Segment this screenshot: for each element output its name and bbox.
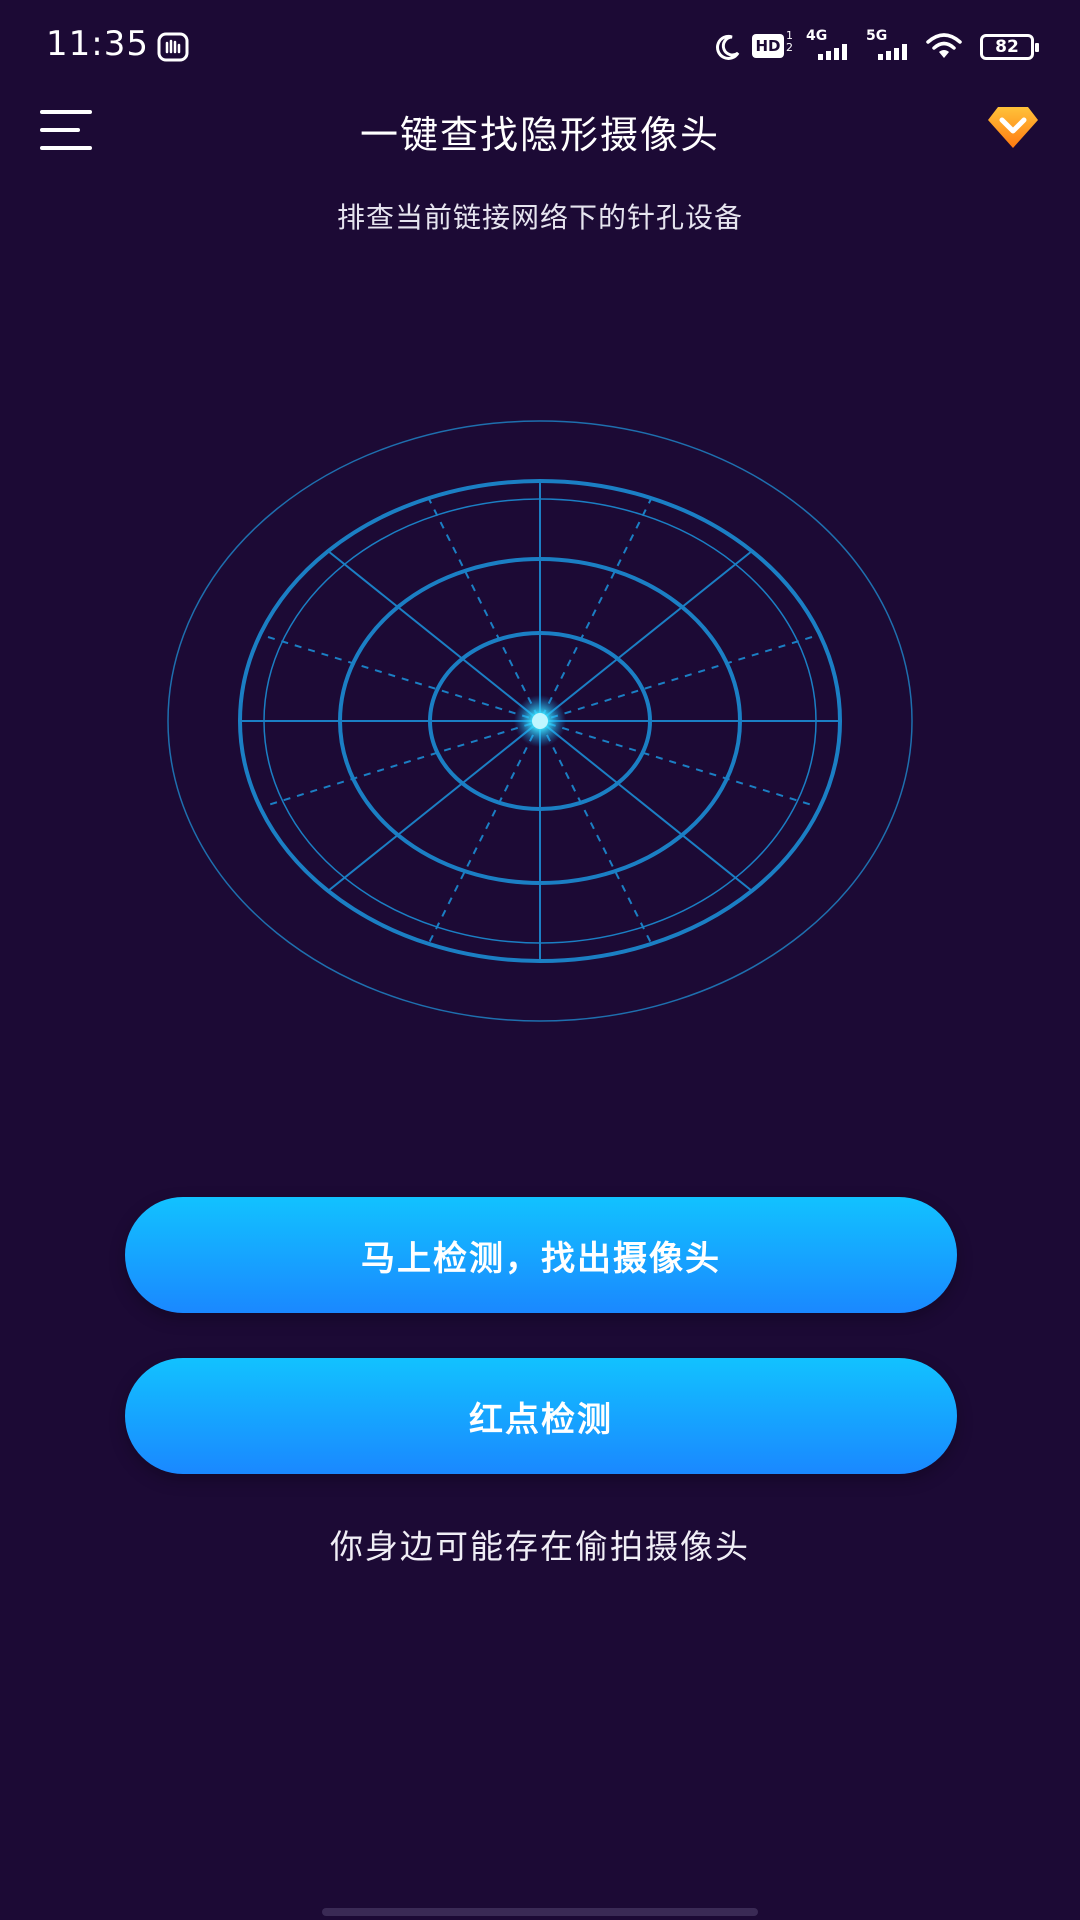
status-time: 11:35 xyxy=(46,24,149,64)
page-title: 一键查找隐形摄像头 xyxy=(359,113,720,157)
vip-diamond-icon xyxy=(988,107,1038,148)
app-notification-icon xyxy=(157,32,189,62)
wifi-icon xyxy=(926,33,962,58)
status-bar: 11:35 HD 12 4G 5G 82 xyxy=(0,0,1080,96)
do-not-disturb-moon-icon xyxy=(716,34,740,60)
radar-center-dot xyxy=(532,713,548,729)
signal-5g-icon xyxy=(878,44,907,60)
network-5g-label: 5G xyxy=(866,28,888,44)
subtitle: 排查当前链接网络下的针孔设备 xyxy=(336,201,743,234)
signal-4g-icon xyxy=(818,44,847,60)
warning-text: 你身边可能存在偷拍摄像头 xyxy=(330,1527,750,1566)
vip-button[interactable] xyxy=(986,104,1040,150)
hd-voice-icon: HD xyxy=(752,34,784,58)
radar-graphic xyxy=(167,420,913,1022)
battery-indicator: 82 xyxy=(980,34,1039,60)
sim-indicator: 12 xyxy=(786,29,793,54)
hd-label: HD xyxy=(755,37,781,55)
red-dot-detect-button[interactable]: 红点检测 xyxy=(125,1358,957,1474)
network-4g-label: 4G xyxy=(806,28,828,44)
home-indicator[interactable] xyxy=(322,1908,758,1916)
detect-camera-button[interactable]: 马上检测，找出摄像头 xyxy=(125,1197,957,1313)
